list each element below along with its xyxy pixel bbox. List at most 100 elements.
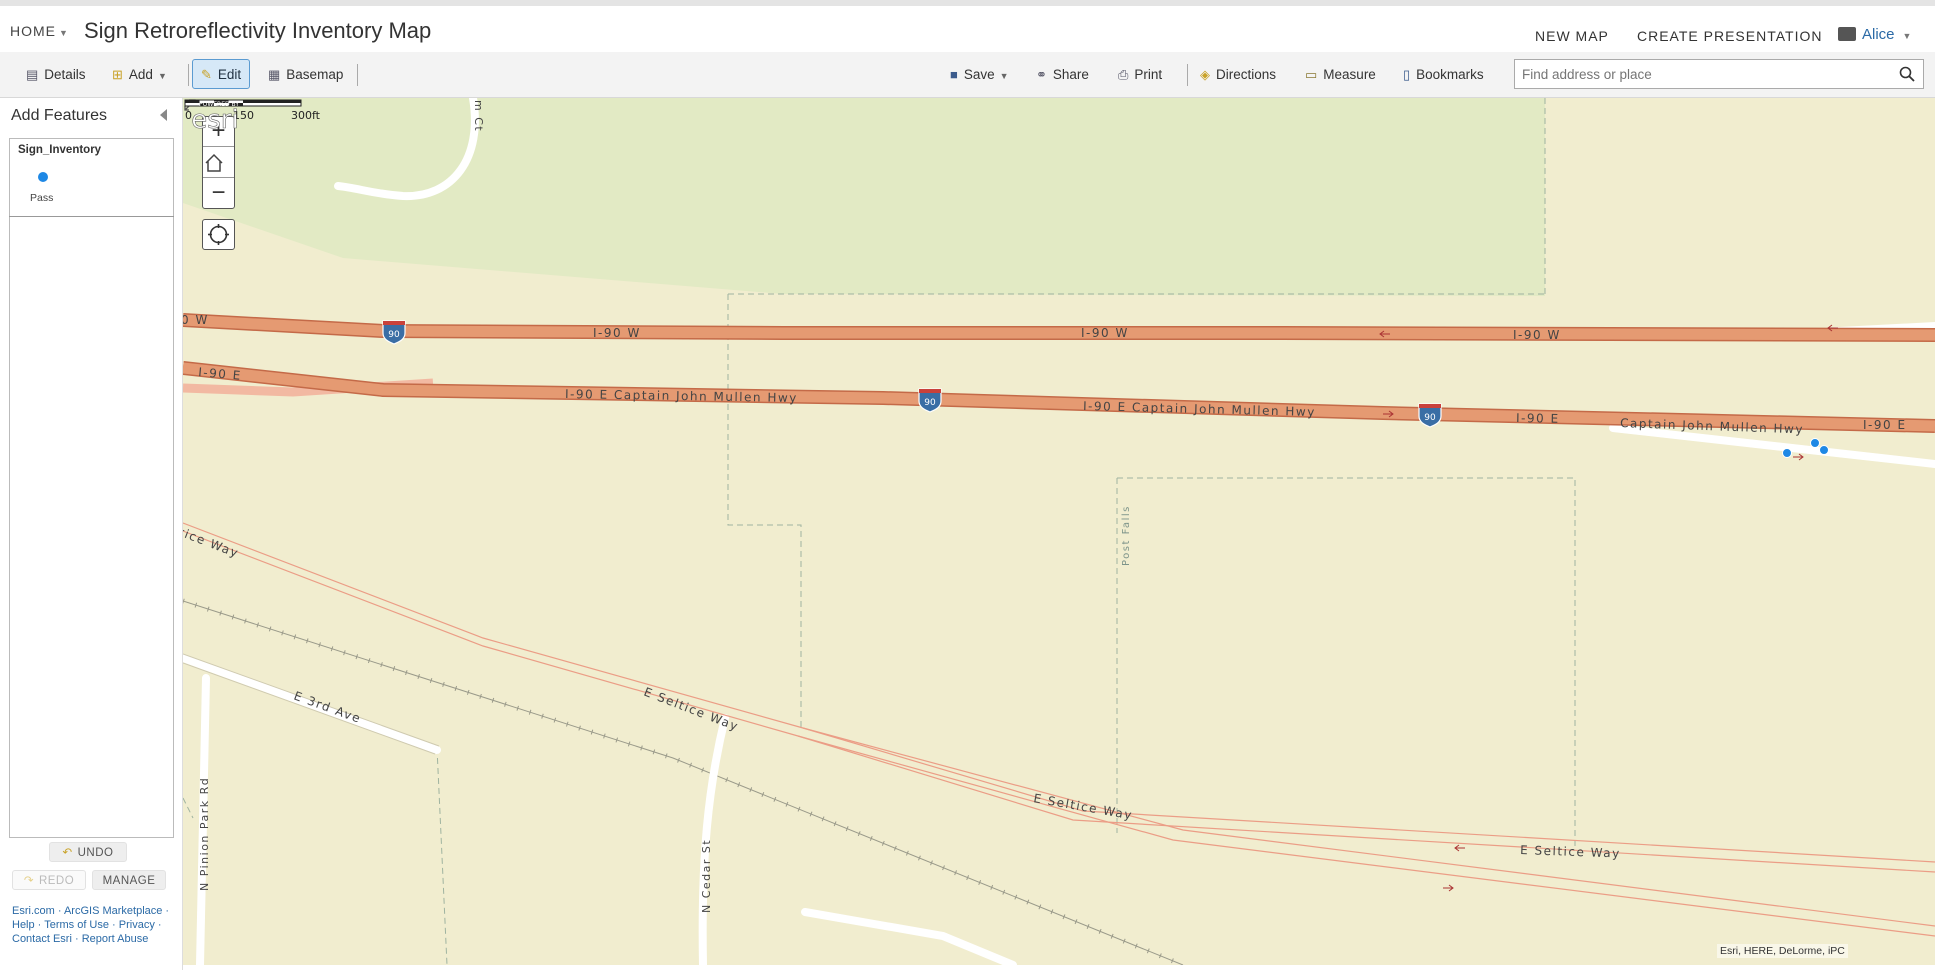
measure-label: Measure xyxy=(1323,67,1376,82)
svg-text:90: 90 xyxy=(924,398,936,408)
scale-label: 300ft xyxy=(291,109,321,122)
sign-point-pass[interactable] xyxy=(1819,445,1829,455)
arcgis-marketplace-link[interactable]: ArcGIS Marketplace xyxy=(64,905,162,917)
esri-link[interactable]: Esri.com xyxy=(12,905,55,917)
privacy-link[interactable]: Privacy xyxy=(119,919,155,931)
interstate-shield: 90 xyxy=(1418,403,1442,428)
measure-button[interactable]: ▭ Measure xyxy=(1297,60,1384,90)
search-input[interactable] xyxy=(1515,60,1885,88)
road-label: 0 W xyxy=(183,313,209,327)
road-label: N Pinion Park Rd xyxy=(198,777,211,891)
road-label: tice Way xyxy=(183,525,241,561)
add-button[interactable]: ⊞ Add ▼ xyxy=(104,60,175,90)
template-label: Pass xyxy=(30,192,54,204)
svg-text:90: 90 xyxy=(388,330,400,340)
create-presentation-link[interactable]: CREATE PRESENTATION xyxy=(1637,28,1822,44)
road-label: I-90 E Captain John Mullen Hwy xyxy=(565,387,798,405)
chevron-down-icon: ▼ xyxy=(1902,31,1912,41)
road-label: I-90 E xyxy=(198,365,243,383)
esri-logo: POWERED BY esri xyxy=(191,101,239,132)
search-icon[interactable] xyxy=(1899,66,1915,82)
redo-button[interactable]: ↷ REDO xyxy=(12,870,86,890)
road-label: E Seltice Way xyxy=(1032,791,1134,822)
toolbar-divider xyxy=(188,64,189,86)
details-button[interactable]: ▤ Details xyxy=(18,60,94,90)
undo-icon: ↶ xyxy=(62,847,73,859)
template-divider xyxy=(9,216,174,217)
map-view[interactable]: 90 90 90 0 W I-90 W I-90 W I-90 W I-90 E… xyxy=(183,98,1935,965)
road-label: E 3rd Ave xyxy=(292,689,363,726)
road-label: I-90 E xyxy=(1863,418,1907,432)
road-label: I-90 W xyxy=(1081,326,1129,340)
svg-text:esri: esri xyxy=(191,105,238,132)
print-button[interactable]: ⎙ Print xyxy=(1110,60,1170,90)
undo-button[interactable]: ↶ UNDO xyxy=(49,842,127,862)
help-link[interactable]: Help xyxy=(12,919,35,931)
sign-point-pass[interactable] xyxy=(1782,448,1792,458)
feature-template-picker xyxy=(9,138,174,838)
basemap-label: Basemap xyxy=(286,67,344,82)
bookmarks-button[interactable]: ▯ Bookmarks xyxy=(1395,60,1492,90)
share-label: Share xyxy=(1052,67,1089,82)
chevron-down-icon: ▼ xyxy=(59,28,69,38)
user-avatar-icon xyxy=(1838,27,1856,41)
panel-title: Add Features xyxy=(11,107,108,124)
pencil-icon: ✎ xyxy=(201,67,212,82)
zoom-out-button[interactable]: − xyxy=(203,179,234,209)
railroad xyxy=(183,600,1184,965)
road-label: I-90 E xyxy=(1516,411,1560,426)
layer-name: Sign_Inventory xyxy=(18,144,102,156)
user-name: Alice xyxy=(1862,26,1895,43)
toolbar-divider xyxy=(357,64,358,86)
locate-icon xyxy=(208,224,229,245)
share-link-icon: ⚭ xyxy=(1036,67,1047,82)
road-label: I-90 E Captain John Mullen Hwy xyxy=(1083,399,1316,419)
interstate-shield: 90 xyxy=(382,320,406,345)
road-label: I-90 W xyxy=(1513,328,1561,342)
edit-button[interactable]: ✎ Edit xyxy=(192,59,251,89)
share-button[interactable]: ⚭ Share xyxy=(1028,60,1097,90)
top-bar: HOME ▼ Sign Retroreflectivity Inventory M… xyxy=(0,0,1935,52)
report-abuse-link[interactable]: Report Abuse xyxy=(82,933,149,945)
road-label: N Cedar St xyxy=(700,839,713,913)
directions-label: Directions xyxy=(1216,67,1277,82)
home-menu[interactable]: HOME ▼ xyxy=(10,23,69,39)
ruler-icon: ▭ xyxy=(1305,67,1318,82)
edit-label: Edit xyxy=(217,67,242,82)
road-label: E Seltice Way xyxy=(642,685,741,734)
undo-label: UNDO xyxy=(77,847,114,859)
svg-text:90: 90 xyxy=(1424,413,1436,423)
basemap-button[interactable]: ▦ Basemap xyxy=(260,60,351,90)
map-canvas[interactable]: 90 90 90 0 W I-90 W I-90 W I-90 W I-90 E… xyxy=(183,98,1935,965)
search-box xyxy=(1514,59,1924,89)
chevron-down-icon: ▼ xyxy=(999,71,1009,81)
terms-link[interactable]: Terms of Use xyxy=(44,919,109,931)
contact-link[interactable]: Contact Esri xyxy=(12,933,72,945)
user-menu[interactable]: Alice ▼ xyxy=(1838,26,1911,43)
chevron-down-icon: ▼ xyxy=(157,71,167,81)
locate-button[interactable] xyxy=(202,219,235,250)
home-extent-button[interactable] xyxy=(203,148,234,178)
seltice-way-road xyxy=(183,522,1935,937)
directions-button[interactable]: ◈ Directions xyxy=(1192,60,1284,90)
sign-point-pass[interactable] xyxy=(1810,438,1820,448)
basemap-grid-icon: ▦ xyxy=(268,67,281,82)
toolbar-divider xyxy=(1187,64,1188,86)
footer-links: Esri.com · ArcGIS Marketplace · Help · T… xyxy=(12,905,170,945)
new-map-link[interactable]: NEW MAP xyxy=(1535,28,1609,44)
collapse-panel-icon[interactable] xyxy=(158,108,168,122)
manage-button[interactable]: MANAGE xyxy=(92,870,166,890)
printer-icon: ⎙ xyxy=(1118,67,1129,82)
bookmarks-label: Bookmarks xyxy=(1416,67,1484,82)
add-layer-icon: ⊞ xyxy=(112,67,123,82)
template-pass[interactable]: Pass xyxy=(18,168,66,208)
home-label: HOME xyxy=(10,23,56,39)
bookmark-icon: ▯ xyxy=(1403,67,1411,82)
interstate-shield: 90 xyxy=(918,388,942,413)
save-button[interactable]: ■ Save ▼ xyxy=(942,60,1017,90)
toolbar: ▤ Details ⊞ Add ▼ ✎ Edit ▦ Basemap ■ Save ▼ ⚭ Sh… xyxy=(0,52,1935,98)
road-label: I-90 W xyxy=(593,326,641,340)
save-label: Save xyxy=(963,67,995,82)
page-title: Sign Retroreflectivity Inventory Map xyxy=(84,18,432,43)
map-attribution: Esri, HERE, DeLorme, iPC xyxy=(1717,944,1848,958)
